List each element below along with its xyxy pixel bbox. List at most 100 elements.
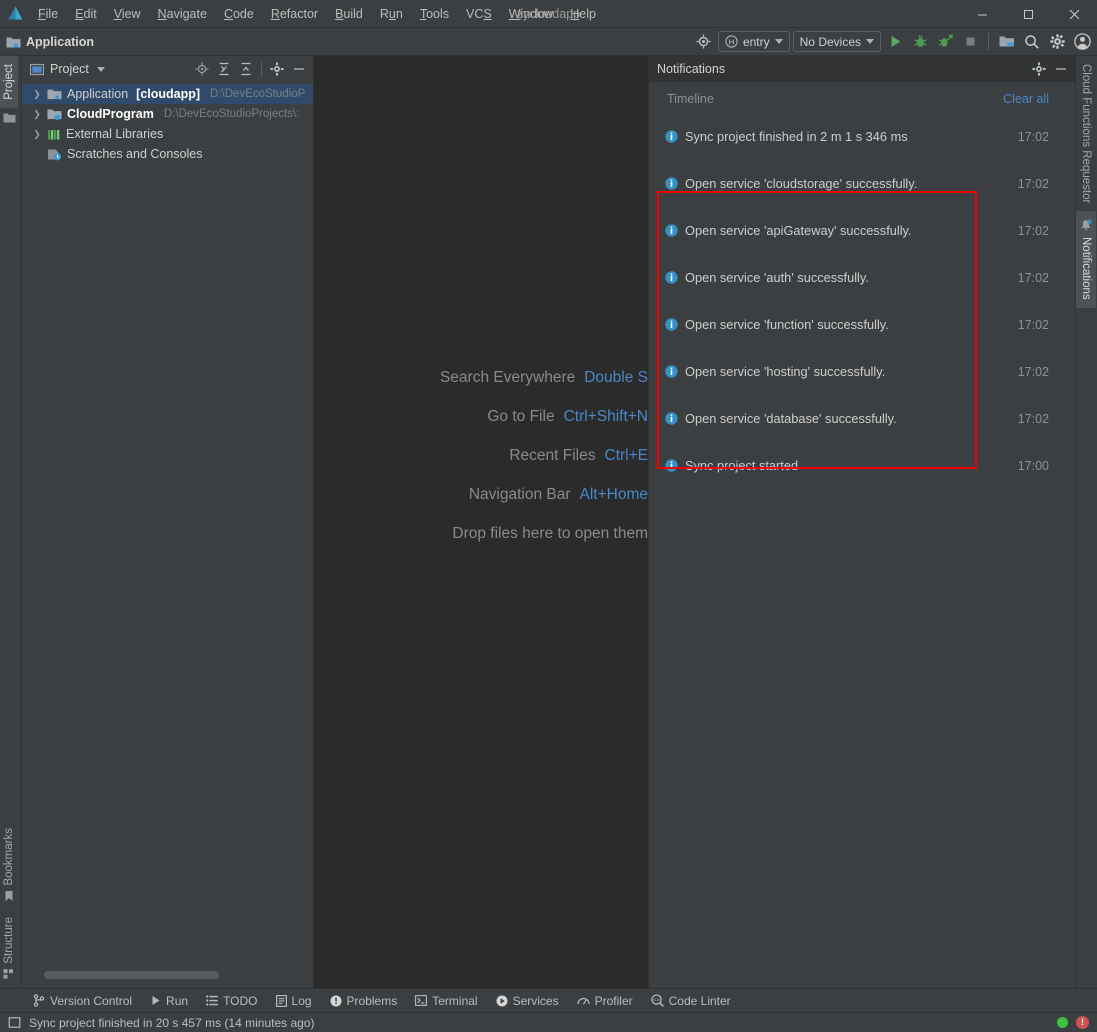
maximize-button[interactable] <box>1005 0 1051 28</box>
bottom-tab-todo[interactable]: TODO <box>197 992 266 1010</box>
right-tool-rail: Cloud Functions Requestor Notifications <box>1075 56 1097 988</box>
status-message: Sync project finished in 20 s 457 ms (14… <box>29 1016 314 1030</box>
expand-all-icon[interactable] <box>214 59 234 79</box>
tree-row-application[interactable]: ❯ Application [cloudapp] D:\DevEcoStudio… <box>22 84 313 104</box>
tree-row-external-libraries[interactable]: ❯ External Libraries <box>22 124 313 144</box>
notification-item[interactable]: Open service 'database' successfully. 17… <box>649 395 1075 442</box>
notification-time: 17:02 <box>1018 365 1049 379</box>
project-icon[interactable] <box>0 108 18 124</box>
bottom-tab-label: Problems <box>347 994 398 1008</box>
rail-tab-notifications[interactable]: Notifications <box>1076 211 1096 308</box>
bottom-tab-log[interactable]: Log <box>267 992 321 1010</box>
project-panel-header: Project <box>22 56 313 82</box>
run-config-label: entry <box>743 35 770 49</box>
scrollbar-thumb[interactable] <box>44 971 219 979</box>
menu-run[interactable]: Run <box>372 4 411 24</box>
left-rail-bottom: Bookmarks Structure <box>0 820 18 988</box>
title-bar: File Edit View Navigate Code Refactor Bu… <box>0 0 1097 28</box>
bottom-tab-code-linter[interactable]: <> Code Linter <box>642 992 740 1010</box>
project-panel-hscrollbar[interactable] <box>22 970 314 980</box>
tree-row-scratches[interactable]: Scratches and Consoles <box>22 144 313 164</box>
bottom-tab-label: Run <box>166 994 188 1008</box>
tree-row-cloudprogram[interactable]: ❯ CloudProgram D:\DevEcoStudioProjects\: <box>22 104 313 124</box>
menu-window[interactable]: Window <box>501 4 561 24</box>
bottom-tab-profiler[interactable]: Profiler <box>568 992 642 1010</box>
chevron-down-icon <box>866 39 874 44</box>
target-icon[interactable] <box>693 31 715 53</box>
menu-help[interactable]: Help <box>562 4 604 24</box>
rail-tab-project[interactable]: Project <box>0 56 18 108</box>
rail-structure-label: Structure <box>3 917 15 964</box>
notification-item[interactable]: Sync project started 17:00 <box>649 442 1075 489</box>
status-ok-indicator[interactable] <box>1057 1017 1068 1028</box>
menu-file[interactable]: File <box>30 4 66 24</box>
project-tool-window: Project <box>22 56 314 988</box>
todo-icon <box>206 995 218 1006</box>
project-structure-icon[interactable] <box>996 31 1018 53</box>
tree-label-scratches: Scratches and Consoles <box>67 147 203 161</box>
rail-tab-cloud-functions-requestor[interactable]: Cloud Functions Requestor <box>1076 56 1096 211</box>
bottom-tab-services[interactable]: Services <box>487 992 568 1010</box>
notification-text: Sync project started <box>685 458 798 473</box>
hide-icon[interactable] <box>1051 59 1071 79</box>
notification-item[interactable]: Open service 'apiGateway' successfully. … <box>649 207 1075 254</box>
menu-build[interactable]: Build <box>327 4 371 24</box>
menu-window-rest: indow <box>521 7 554 21</box>
stop-icon[interactable] <box>959 31 981 53</box>
rail-tab-bookmarks[interactable]: Bookmarks <box>0 820 18 910</box>
status-error-indicator[interactable]: ! <box>1076 1016 1089 1029</box>
clear-all-button[interactable]: Clear all <box>1003 92 1049 106</box>
menu-edit[interactable]: Edit <box>67 4 105 24</box>
account-icon[interactable] <box>1071 31 1093 53</box>
chevron-right-icon[interactable]: ❯ <box>32 109 42 120</box>
menu-tools[interactable]: Tools <box>412 4 457 24</box>
notification-item[interactable]: Open service 'auth' successfully. 17:02 <box>649 254 1075 301</box>
info-icon <box>665 459 685 472</box>
left-rail-top: Project <box>0 56 18 124</box>
info-icon <box>665 412 685 425</box>
bottom-tab-problems[interactable]: Problems <box>321 992 407 1010</box>
chevron-down-icon[interactable] <box>97 67 105 72</box>
notification-item[interactable]: Open service 'hosting' successfully. 17:… <box>649 348 1075 395</box>
gear-icon[interactable] <box>1046 31 1068 53</box>
hide-icon[interactable] <box>289 59 309 79</box>
notification-item[interactable]: Open service 'cloudstorage' successfully… <box>649 160 1075 207</box>
chevron-right-icon[interactable]: ❯ <box>32 89 42 100</box>
info-icon <box>665 318 685 331</box>
gear-icon[interactable] <box>267 59 287 79</box>
chevron-right-icon[interactable]: ❯ <box>32 129 42 140</box>
device-selector[interactable]: No Devices <box>793 31 881 52</box>
notification-time: 17:02 <box>1018 177 1049 191</box>
menu-vcs[interactable]: VCS <box>458 4 500 24</box>
hint-navigation-bar: Navigation Bar Alt+Home <box>314 475 648 514</box>
attach-debugger-icon[interactable] <box>934 31 956 53</box>
hint-label-search-everywhere: Search Everywhere <box>440 369 575 387</box>
gear-icon[interactable] <box>1029 59 1049 79</box>
toolbar-project-label: Application <box>26 35 94 49</box>
close-button[interactable] <box>1051 0 1097 28</box>
rail-tab-structure[interactable]: Structure <box>0 909 18 988</box>
minimize-button[interactable] <box>959 0 1005 28</box>
locate-icon[interactable] <box>192 59 212 79</box>
project-panel-title: Project <box>50 62 89 76</box>
notification-item[interactable]: Sync project finished in 2 m 1 s 346 ms … <box>649 113 1075 160</box>
scratches-icon <box>47 148 62 161</box>
menu-navigate[interactable]: Navigate <box>150 4 215 24</box>
search-icon[interactable] <box>1021 31 1043 53</box>
menu-run-rest: n <box>396 7 403 21</box>
bottom-tab-terminal[interactable]: Terminal <box>406 992 486 1010</box>
debug-icon[interactable] <box>909 31 931 53</box>
run-configuration-selector[interactable]: H entry <box>718 31 790 52</box>
notification-item[interactable]: Open service 'function' successfully. 17… <box>649 301 1075 348</box>
menu-navigate-rest: avigate <box>167 7 207 21</box>
menu-view[interactable]: View <box>106 4 149 24</box>
memory-icon[interactable] <box>8 1016 21 1029</box>
run-icon <box>150 995 161 1006</box>
bottom-tab-run[interactable]: Run <box>141 992 197 1010</box>
run-icon[interactable] <box>884 31 906 53</box>
bottom-tab-version-control[interactable]: Version Control <box>24 992 141 1010</box>
menu-refactor[interactable]: Refactor <box>263 4 326 24</box>
collapse-all-icon[interactable] <box>236 59 256 79</box>
menu-refactor-rest: efactor <box>280 7 318 21</box>
menu-code[interactable]: Code <box>216 4 262 24</box>
